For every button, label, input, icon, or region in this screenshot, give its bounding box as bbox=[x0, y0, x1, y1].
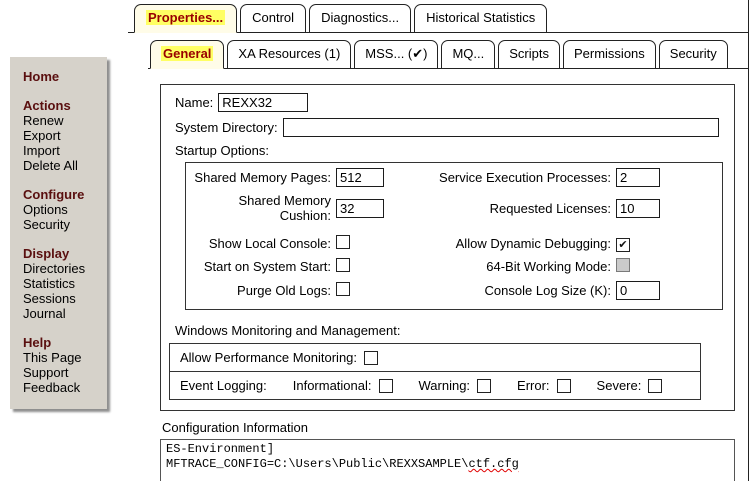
sidebar-section-actions: Actions Renew Export Import Delete All bbox=[23, 98, 101, 173]
sidebar-item-renew[interactable]: Renew bbox=[23, 113, 101, 128]
event-level-warning-label: Warning: bbox=[419, 378, 471, 393]
allow-performance-monitoring-label: Allow Performance Monitoring: bbox=[180, 350, 357, 365]
sidebar-header-configure: Configure bbox=[23, 187, 101, 202]
tab-mss[interactable]: MSS... (✔) bbox=[354, 40, 438, 69]
tab-scripts-label: Scripts bbox=[509, 46, 549, 61]
purge-old-logs-label: Purge Old Logs: bbox=[186, 283, 336, 298]
primary-tab-strip: Properties... Control Diagnostics... His… bbox=[134, 4, 547, 33]
sidebar-item-sessions[interactable]: Sessions bbox=[23, 291, 101, 306]
tab-mss-label: MSS... (✔) bbox=[365, 46, 427, 61]
name-input[interactable] bbox=[218, 93, 308, 112]
sidebar-item-journal[interactable]: Journal bbox=[23, 306, 101, 321]
sidebar-item-delete-all[interactable]: Delete All bbox=[23, 158, 101, 173]
allow-dynamic-debugging-checkbox[interactable]: ✔ bbox=[616, 238, 630, 252]
secondary-tab-strip: General XA Resources (1) MSS... (✔) MQ..… bbox=[150, 40, 728, 69]
tab-control-label: Control bbox=[252, 10, 294, 25]
tab-mq-label: MQ... bbox=[452, 46, 484, 61]
event-level-error-checkbox[interactable] bbox=[557, 379, 571, 393]
tab-properties-label: Properties... bbox=[146, 10, 225, 25]
event-level-informational-checkbox[interactable] bbox=[379, 379, 393, 393]
tab-general[interactable]: General bbox=[150, 40, 224, 69]
event-level-error-label: Error: bbox=[517, 378, 550, 393]
sidebar-header-help: Help bbox=[23, 335, 101, 350]
sidebar-section-help: Help This Page Support Feedback bbox=[23, 335, 101, 395]
tab-diagnostics-label: Diagnostics... bbox=[321, 10, 399, 25]
event-logging-label: Event Logging: bbox=[180, 378, 267, 393]
monitoring-group: Allow Performance Monitoring: Event Logg… bbox=[169, 343, 701, 400]
startup-options-group: Shared Memory Pages: Service Execution P… bbox=[185, 162, 723, 310]
sidebar-header-display: Display bbox=[23, 246, 101, 261]
system-directory-input[interactable] bbox=[283, 118, 719, 137]
event-level-informational-label: Informational: bbox=[293, 378, 372, 393]
general-properties-form: Name: System Directory: Startup Options:… bbox=[160, 84, 735, 411]
sidebar-item-statistics[interactable]: Statistics bbox=[23, 276, 101, 291]
startup-options-title: Startup Options: bbox=[175, 143, 734, 158]
allow-dynamic-debugging-label: Allow Dynamic Debugging: bbox=[431, 236, 616, 251]
shared-memory-pages-label: Shared Memory Pages: bbox=[186, 170, 336, 185]
tab-diagnostics[interactable]: Diagnostics... bbox=[309, 4, 411, 33]
sidebar: Home Actions Renew Export Import Delete … bbox=[10, 57, 107, 409]
admin-console-page: Home Actions Renew Export Import Delete … bbox=[0, 0, 753, 481]
tab-permissions[interactable]: Permissions bbox=[563, 40, 656, 69]
tab-xa-resources-label: XA Resources (1) bbox=[238, 46, 340, 61]
sidebar-item-home[interactable]: Home bbox=[23, 69, 101, 84]
general-tab-panel: Name: System Directory: Startup Options:… bbox=[160, 84, 735, 481]
configuration-information-label: Configuration Information bbox=[162, 420, 735, 435]
config-line-2-prefix: MFTRACE_CONFIG=C:\Users\Public\REXXSAMPL… bbox=[166, 457, 468, 471]
tab-scripts[interactable]: Scripts bbox=[498, 40, 560, 69]
tab-historical-statistics-label: Historical Statistics bbox=[426, 10, 535, 25]
tab-permissions-label: Permissions bbox=[574, 46, 645, 61]
requested-licenses-label: Requested Licenses: bbox=[431, 201, 616, 216]
shared-memory-pages-input[interactable] bbox=[336, 168, 384, 187]
tab-properties[interactable]: Properties... bbox=[134, 4, 237, 33]
config-line-1: ES-Environment] bbox=[166, 442, 274, 456]
shared-memory-cushion-input[interactable] bbox=[336, 199, 384, 218]
show-local-console-label: Show Local Console: bbox=[186, 236, 336, 251]
console-log-size-label: Console Log Size (K): bbox=[431, 283, 616, 298]
start-on-system-start-label: Start on System Start: bbox=[186, 259, 336, 274]
tab-control[interactable]: Control bbox=[240, 4, 306, 33]
frame-right-border bbox=[748, 0, 749, 481]
sidebar-item-import[interactable]: Import bbox=[23, 143, 101, 158]
sidebar-item-options[interactable]: Options bbox=[23, 202, 101, 217]
monitoring-title: Windows Monitoring and Management: bbox=[175, 323, 734, 338]
tab-security-label: Security bbox=[670, 46, 717, 61]
sidebar-section-configure: Configure Options Security bbox=[23, 187, 101, 232]
console-log-size-input[interactable] bbox=[616, 281, 660, 300]
event-level-warning-checkbox[interactable] bbox=[477, 379, 491, 393]
sidebar-item-export[interactable]: Export bbox=[23, 128, 101, 143]
allow-performance-monitoring-checkbox[interactable] bbox=[364, 351, 378, 365]
tab-security[interactable]: Security bbox=[659, 40, 728, 69]
show-local-console-checkbox[interactable] bbox=[336, 235, 350, 249]
tab-historical-statistics[interactable]: Historical Statistics bbox=[414, 4, 547, 33]
tab-mq[interactable]: MQ... bbox=[441, 40, 495, 69]
sidebar-section-home: Home bbox=[23, 69, 101, 84]
sidebar-section-display: Display Directories Statistics Sessions … bbox=[23, 246, 101, 321]
name-label: Name: bbox=[175, 95, 213, 110]
configuration-information-textarea[interactable]: ES-Environment] MFTRACE_CONFIG=C:\Users\… bbox=[160, 439, 735, 481]
purge-old-logs-checkbox[interactable] bbox=[336, 282, 350, 296]
working-mode-64bit-checkbox bbox=[616, 258, 630, 272]
sidebar-item-feedback[interactable]: Feedback bbox=[23, 380, 101, 395]
sidebar-header-actions: Actions bbox=[23, 98, 101, 113]
sidebar-item-directories[interactable]: Directories bbox=[23, 261, 101, 276]
tab-xa-resources[interactable]: XA Resources (1) bbox=[227, 40, 351, 69]
requested-licenses-input[interactable] bbox=[616, 199, 660, 218]
shared-memory-cushion-label: Shared Memory Cushion: bbox=[186, 193, 336, 223]
service-execution-processes-label: Service Execution Processes: bbox=[431, 170, 616, 185]
sidebar-item-support[interactable]: Support bbox=[23, 365, 101, 380]
tab-general-label: General bbox=[161, 46, 213, 61]
sidebar-item-security[interactable]: Security bbox=[23, 217, 101, 232]
event-level-severe-checkbox[interactable] bbox=[648, 379, 662, 393]
event-level-severe-label: Severe: bbox=[597, 378, 642, 393]
service-execution-processes-input[interactable] bbox=[616, 168, 660, 187]
config-line-2-misspelled: ctf.cfg bbox=[468, 457, 518, 471]
sidebar-item-this-page[interactable]: This Page bbox=[23, 350, 101, 365]
system-directory-label: System Directory: bbox=[175, 120, 278, 135]
start-on-system-start-checkbox[interactable] bbox=[336, 258, 350, 272]
working-mode-64bit-label: 64-Bit Working Mode: bbox=[431, 259, 616, 274]
